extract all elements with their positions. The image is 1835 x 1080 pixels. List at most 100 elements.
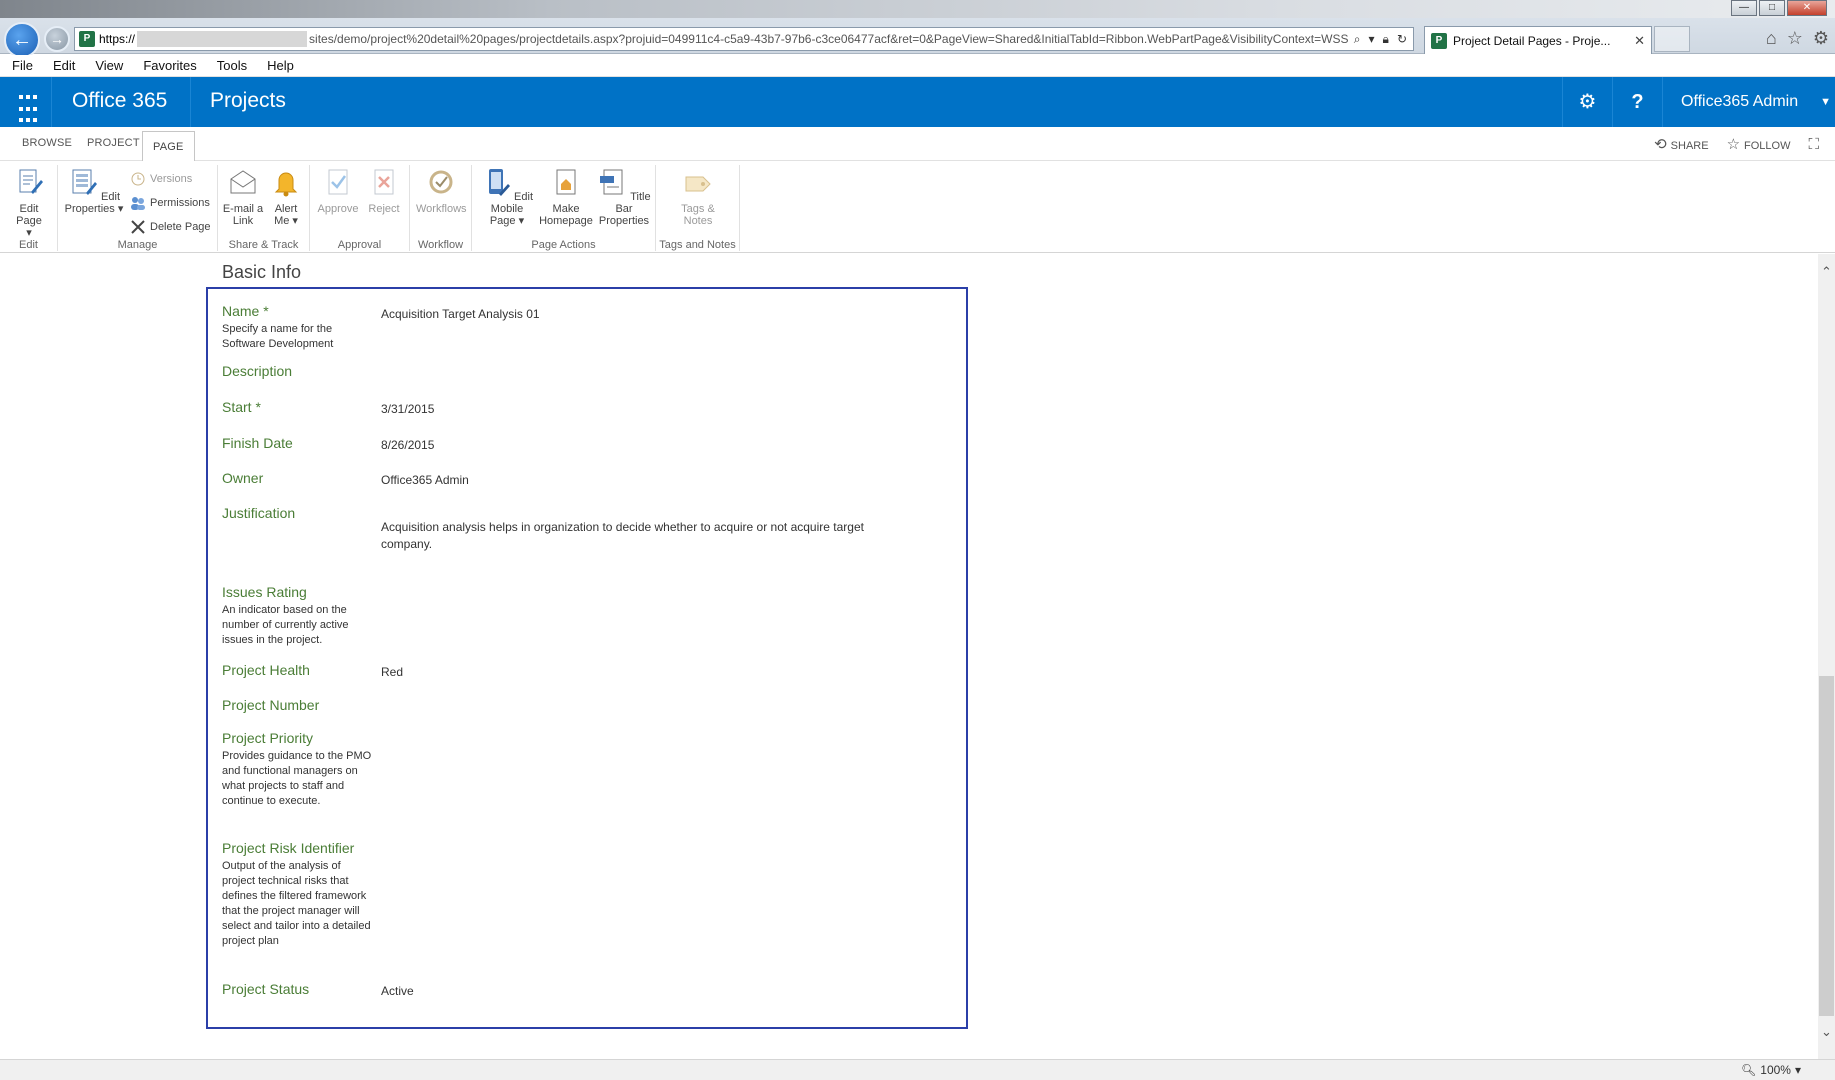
help-button[interactable]: ? — [1612, 77, 1662, 127]
zoom-control[interactable]: 🔍︎ 100% ▾ — [1741, 1063, 1801, 1077]
menu-favorites[interactable]: Favorites — [143, 58, 196, 73]
search-icon[interactable]: ⌕ — [1354, 32, 1361, 47]
bell-icon — [274, 172, 298, 197]
edit-page-button[interactable]: Edit Page ▾ — [6, 167, 52, 239]
edit-properties-icon — [72, 169, 97, 195]
window-title-strip — [0, 0, 1835, 18]
group-label-share-track: Share & Track — [228, 239, 299, 251]
group-label-page-actions: Page Actions — [531, 239, 596, 251]
browser-menu-bar: File Edit View Favorites Tools Help — [0, 55, 1835, 77]
forward-arrow-icon: → — [50, 31, 64, 47]
chevron-down-icon: ▾ — [26, 227, 32, 239]
versions-icon — [131, 172, 145, 186]
menu-tools[interactable]: Tools — [217, 58, 247, 73]
tab-page[interactable]: PAGE — [142, 131, 195, 162]
url-prefix: https:// — [99, 32, 136, 46]
scrollbar-thumb[interactable] — [1819, 676, 1834, 1016]
tab-close-icon[interactable]: ✕ — [1634, 33, 1645, 49]
edit-properties-button[interactable]: Edit Properties ▾ — [64, 167, 124, 215]
approve-button[interactable]: Approve — [316, 167, 360, 215]
lock-icon[interactable]: 🔒︎ — [1383, 32, 1389, 47]
suite-app-title[interactable]: Projects — [210, 89, 286, 113]
email-link-label: E-mail a Link — [222, 203, 264, 227]
field-value-name[interactable]: Acquisition Target Analysis 01 — [381, 306, 540, 323]
field-label-project-status: Project Status — [222, 981, 310, 997]
field-value-project-status[interactable]: Active — [381, 983, 414, 1000]
field-label-project-priority: Project Priority — [222, 730, 314, 746]
title-bar-properties-icon — [600, 169, 623, 195]
dropdown-arrow-icon[interactable]: ▾ — [1369, 32, 1375, 47]
tags-notes-button[interactable]: Tags & Notes — [670, 167, 726, 227]
suite-bar: Office 365 Projects ⚙ ? Office365 Admin … — [0, 77, 1835, 127]
versions-button[interactable]: Versions — [130, 171, 192, 187]
field-value-justification[interactable]: Acquisition analysis helps in organizati… — [381, 519, 881, 553]
favorites-star-icon[interactable]: ☆ — [1787, 28, 1803, 49]
field-label-owner: Owner — [222, 470, 264, 486]
edit-mobile-page-button[interactable]: Edit Mobile Page ▾ — [478, 167, 536, 227]
settings-button[interactable]: ⚙ — [1562, 77, 1612, 127]
star-icon: ☆ — [1726, 136, 1741, 153]
refresh-icon[interactable]: ↻ — [1397, 32, 1407, 47]
home-icon[interactable]: ⌂ — [1766, 28, 1777, 49]
workflows-button[interactable]: Workflows — [416, 167, 467, 215]
title-bar-properties-button[interactable]: Title Bar Properties — [596, 167, 652, 227]
address-bar[interactable]: P https:// sites/demo/project%20detail%2… — [74, 27, 1414, 51]
field-value-finish-date[interactable]: 8/26/2015 — [381, 437, 434, 454]
main-content: Basic Info Name * Specify a name for the… — [0, 254, 1818, 1059]
field-value-project-health[interactable]: Red — [381, 664, 403, 681]
make-homepage-button[interactable]: Make Homepage — [538, 167, 594, 227]
project-site-icon: P — [79, 31, 95, 47]
user-name: Office365 Admin — [1681, 93, 1799, 110]
menu-view[interactable]: View — [95, 58, 123, 73]
url-redacted-host — [137, 31, 308, 47]
browser-toolbar-icons: ⌂ ☆ ⚙ — [1766, 28, 1829, 49]
share-icon: ⟲ — [1654, 136, 1667, 153]
menu-file[interactable]: File — [12, 58, 33, 73]
project-site-icon: P — [1431, 32, 1447, 49]
approve-check-icon — [328, 169, 348, 195]
scroll-up-icon[interactable]: ⌃ — [1818, 264, 1835, 280]
settings-gear-icon[interactable]: ⚙ — [1813, 28, 1829, 49]
menu-edit[interactable]: Edit — [53, 58, 75, 73]
share-button[interactable]: ⟲ SHARE — [1654, 135, 1708, 153]
menu-help[interactable]: Help — [267, 58, 294, 73]
fullscreen-icon: ⛶ — [1808, 135, 1819, 153]
alert-me-button[interactable]: Alert Me ▾ — [266, 167, 306, 227]
help-icon: ? — [1631, 91, 1644, 113]
browser-tab[interactable]: P Project Detail Pages - Proje... ✕ — [1424, 26, 1652, 54]
ribbon-group-tags-notes: Tags & Notes Tags and Notes — [656, 165, 740, 251]
field-desc-name: Specify a name for the Software Developm… — [222, 323, 334, 350]
email-link-button[interactable]: E-mail a Link — [222, 167, 264, 227]
ribbon-body: Edit Page ▾ Edit Edit Properties ▾ Versio… — [0, 161, 1835, 253]
group-label-edit: Edit — [19, 239, 38, 251]
field-desc-issues-rating: An indicator based on the number of curr… — [222, 604, 349, 646]
ribbon-group-page-actions: Edit Mobile Page ▾ Make Homepage Title B… — [472, 165, 656, 251]
maximize-button[interactable]: □ — [1759, 0, 1785, 16]
field-value-start[interactable]: 3/31/2015 — [381, 401, 434, 418]
reject-button[interactable]: Reject — [362, 167, 406, 215]
field-label-description: Description — [222, 363, 293, 379]
back-arrow-icon: ← — [12, 29, 32, 51]
permissions-button[interactable]: Permissions — [130, 195, 210, 211]
suite-divider — [190, 77, 191, 127]
new-tab-button[interactable] — [1654, 26, 1690, 52]
tab-browse[interactable]: BROWSE — [22, 137, 72, 149]
forward-button[interactable]: → — [44, 26, 70, 52]
user-menu[interactable]: Office365 Admin ▼ — [1662, 77, 1835, 127]
minimize-button[interactable]: — — [1731, 0, 1757, 16]
back-button[interactable]: ← — [4, 22, 40, 58]
close-window-button[interactable]: ✕ — [1787, 0, 1827, 16]
field-value-owner[interactable]: Office365 Admin — [381, 472, 469, 489]
chevron-down-icon: ▾ — [1794, 1063, 1801, 1077]
focus-on-content-button[interactable]: ⛶ — [1808, 136, 1823, 153]
suite-brand[interactable]: Office 365 — [72, 89, 167, 113]
workflows-label: Workflows — [416, 203, 467, 215]
ribbon-group-manage: Edit Properties ▾ Versions Permissions D… — [58, 165, 218, 251]
workflow-cycle-icon — [429, 170, 453, 194]
delete-page-button[interactable]: Delete Page — [130, 219, 211, 235]
follow-button[interactable]: ☆ FOLLOW — [1727, 135, 1791, 153]
approve-label: Approve — [317, 203, 359, 215]
app-launcher-icon[interactable] — [0, 77, 52, 127]
tab-project[interactable]: PROJECT — [87, 137, 140, 149]
scroll-down-icon[interactable]: ⌄ — [1818, 1024, 1835, 1040]
